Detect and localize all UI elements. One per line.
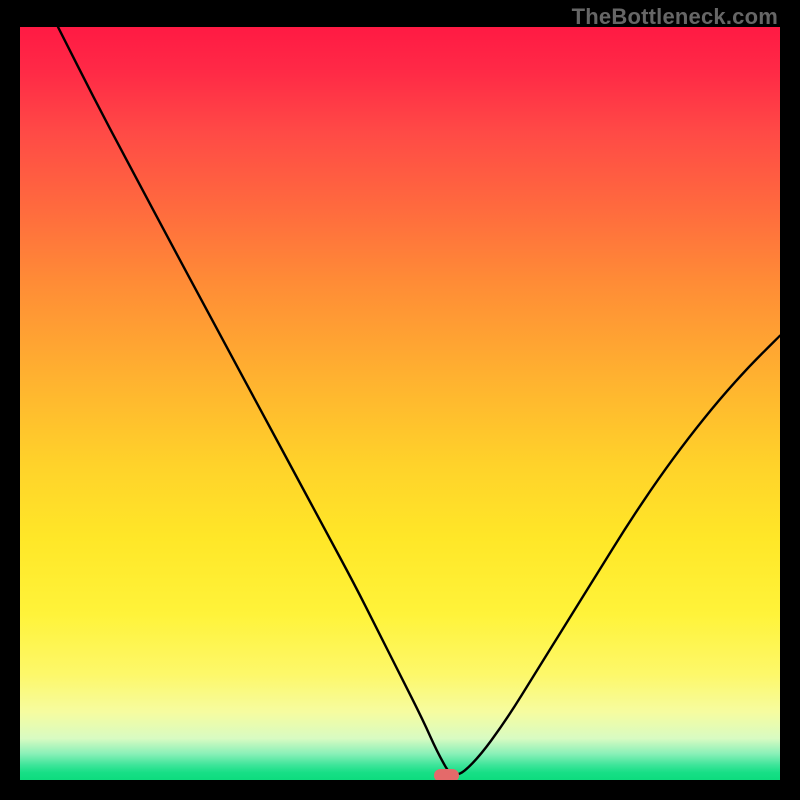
chart-frame: TheBottleneck.com	[0, 0, 800, 800]
plot-area	[20, 27, 780, 780]
bottleneck-curve	[20, 27, 780, 780]
minimum-marker	[434, 769, 459, 780]
